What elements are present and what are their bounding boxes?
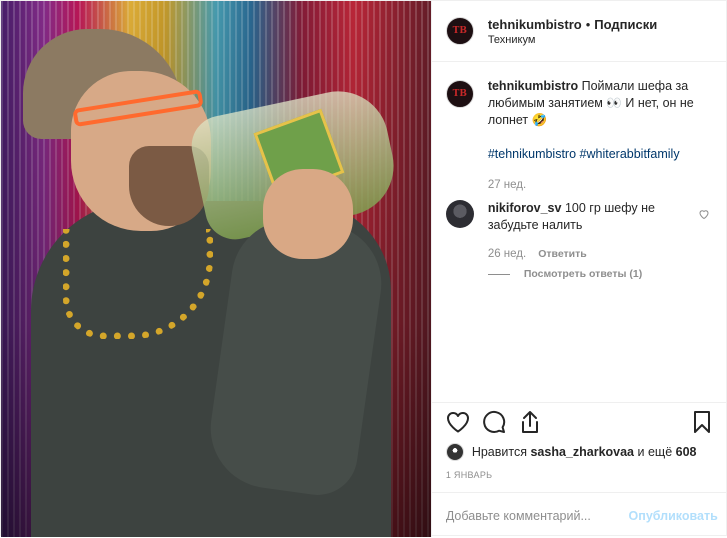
liker-avatar[interactable] [445,443,464,461]
action-icons-row [446,410,714,436]
profile-avatar[interactable]: TB [445,17,474,45]
likes-summary: Нравится sasha_zharkovaa и ещё 608 [445,443,697,461]
heart-icon[interactable] [446,410,470,434]
speech-bubble-icon[interactable] [482,410,506,434]
reply-button[interactable]: Ответить [538,248,587,260]
separator-dot: • [585,16,591,32]
comment-meta: 26 нед. Ответить [488,248,714,260]
caption-time[interactable]: 27 нед. [488,177,714,194]
post-header: TB tehnikumbistro • Подписки Техникум [431,1,727,62]
post-photo[interactable] [1,1,431,537]
likes-middle: и ещё [637,445,673,459]
view-replies-label: Посмотреть ответы (1) [523,268,643,280]
comment-like-heart-icon[interactable] [698,208,710,223]
publish-button[interactable]: Опубликовать [629,509,718,523]
likes-count[interactable]: 608 [676,445,697,459]
caption-hashtags[interactable]: #tehnikumbistro #whiterabbitfamily [488,146,714,163]
view-replies-button[interactable]: Посмотреть ответы (1) [487,268,714,280]
replies-divider-line [487,273,510,275]
caption: TB tehnikumbistro Поймали шефа за любимы… [445,78,714,194]
comments-area[interactable]: TB tehnikumbistro Поймали шефа за любимы… [432,62,727,402]
add-comment-bar: Опубликовать [431,492,727,538]
share-icon[interactable] [518,410,542,434]
bookmark-icon[interactable] [690,410,714,434]
location-link[interactable]: Техникум [488,34,657,46]
comment-time[interactable]: 26 нед. [488,248,526,260]
following-button[interactable]: Подписки [594,17,657,32]
header-username[interactable]: tehnikumbistro [488,17,582,32]
caption-username[interactable]: tehnikumbistro [488,79,578,93]
commenter-avatar[interactable] [445,200,474,228]
post-sidebar: TB tehnikumbistro • Подписки Техникум TB… [430,1,727,538]
comment-username[interactable]: nikiforov_sv [488,201,562,215]
comment-input[interactable] [445,508,626,523]
comment-item: nikiforov_sv 100 гр шефу не забудьте нал… [445,200,714,234]
post-date[interactable]: 1 ЯНВАРЬ [446,470,493,480]
caption-avatar[interactable]: TB [445,80,474,108]
man-hand [263,169,353,259]
post-actions: Нравится sasha_zharkovaa и ещё 608 1 ЯНВ… [431,402,727,538]
liker-username[interactable]: sasha_zharkovaa [530,445,634,459]
likes-prefix: Нравится [471,445,527,459]
instagram-post: TB tehnikumbistro • Подписки Техникум TB… [0,0,727,538]
